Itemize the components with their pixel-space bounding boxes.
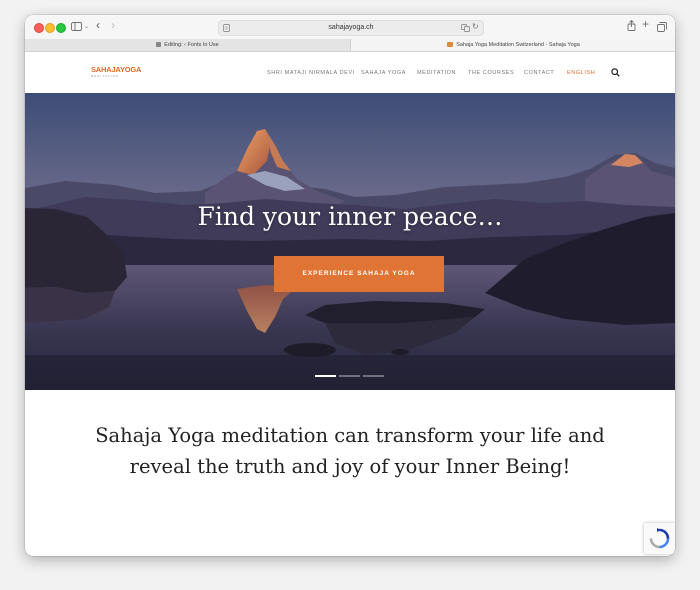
slide-indicator-2[interactable]: [339, 375, 360, 377]
slide-indicator-3[interactable]: [363, 375, 384, 377]
browser-toolbar: ⌄ ‹ › sahajayoga.ch ↻ +: [25, 15, 675, 39]
nav-the-courses[interactable]: THE COURSES: [468, 70, 514, 77]
nav-contact[interactable]: CONTACT: [524, 70, 554, 77]
intro-line-2: reveal the truth and joy of your Inner B…: [129, 455, 571, 478]
intro-statement: Sahaja Yoga meditation can transform you…: [65, 420, 635, 482]
site-logo[interactable]: SAHAJAYOGA MEDITATION: [91, 65, 142, 79]
hero-slider: Find your inner peace… EXPERIENCE SAHAJA…: [25, 93, 675, 390]
slide-indicator-1[interactable]: [315, 375, 336, 377]
experience-sahaja-yoga-button[interactable]: EXPERIENCE SAHAJA YOGA: [274, 256, 444, 292]
tab-bar: Editing: ‹ Fonts In Use Sahaja Yoga Medi…: [25, 39, 675, 52]
page-icon: [156, 42, 162, 48]
new-tab-icon[interactable]: +: [642, 18, 649, 30]
logo-tagline: MEDITATION: [91, 75, 120, 78]
back-arrow-icon[interactable]: ‹: [96, 19, 100, 31]
tab-fonts-in-use[interactable]: Editing: ‹ Fonts In Use: [25, 39, 350, 51]
nav-language-english[interactable]: ENGLISH: [567, 70, 595, 77]
site-header: SAHAJAYOGA MEDITATION SHRI MATAJI NIRMAL…: [25, 52, 675, 93]
minimize-window-button[interactable]: [45, 23, 55, 33]
address-text: sahajayoga.ch: [328, 24, 374, 31]
tab-overview-icon[interactable]: [657, 22, 667, 32]
intro-line-1: Sahaja Yoga meditation can transform you…: [95, 424, 605, 447]
recaptcha-icon: [649, 528, 670, 549]
site-favicon-icon: [447, 42, 454, 48]
close-window-button[interactable]: [34, 23, 44, 33]
nav-shri-mataji[interactable]: SHRI MATAJI NIRMALA DEVI: [267, 70, 355, 77]
tab-label: Editing: ‹ Fonts In Use: [164, 42, 219, 48]
nav-sahaja-yoga[interactable]: SAHAJA YOGA: [361, 70, 406, 77]
hero-heading: Find your inner peace…: [197, 202, 503, 231]
zoom-window-button[interactable]: [56, 23, 66, 33]
reload-icon[interactable]: ↻: [472, 22, 479, 32]
logo-wordmark: SAHAJAYOGA: [91, 65, 142, 74]
share-icon[interactable]: [627, 20, 636, 31]
tab-sahaja-yoga[interactable]: Sahaja Yoga Meditation Switzerland - Sah…: [350, 39, 675, 51]
translate-icon[interactable]: [461, 24, 470, 32]
forward-arrow-icon[interactable]: ›: [111, 19, 115, 31]
chevron-down-icon[interactable]: ⌄: [84, 22, 89, 32]
recaptcha-badge[interactable]: [644, 523, 675, 554]
sidebar-icon[interactable]: [71, 22, 82, 31]
address-bar[interactable]: sahajayoga.ch ↻: [218, 20, 484, 36]
search-icon[interactable]: [611, 68, 620, 77]
hero-mountain-lake-image: [25, 93, 675, 390]
browser-window: ⌄ ‹ › sahajayoga.ch ↻ + Editing: ‹ Fonts…: [25, 15, 675, 556]
nav-meditation[interactable]: MEDITATION: [417, 70, 456, 77]
tab-label: Sahaja Yoga Meditation Switzerland - Sah…: [456, 42, 580, 48]
